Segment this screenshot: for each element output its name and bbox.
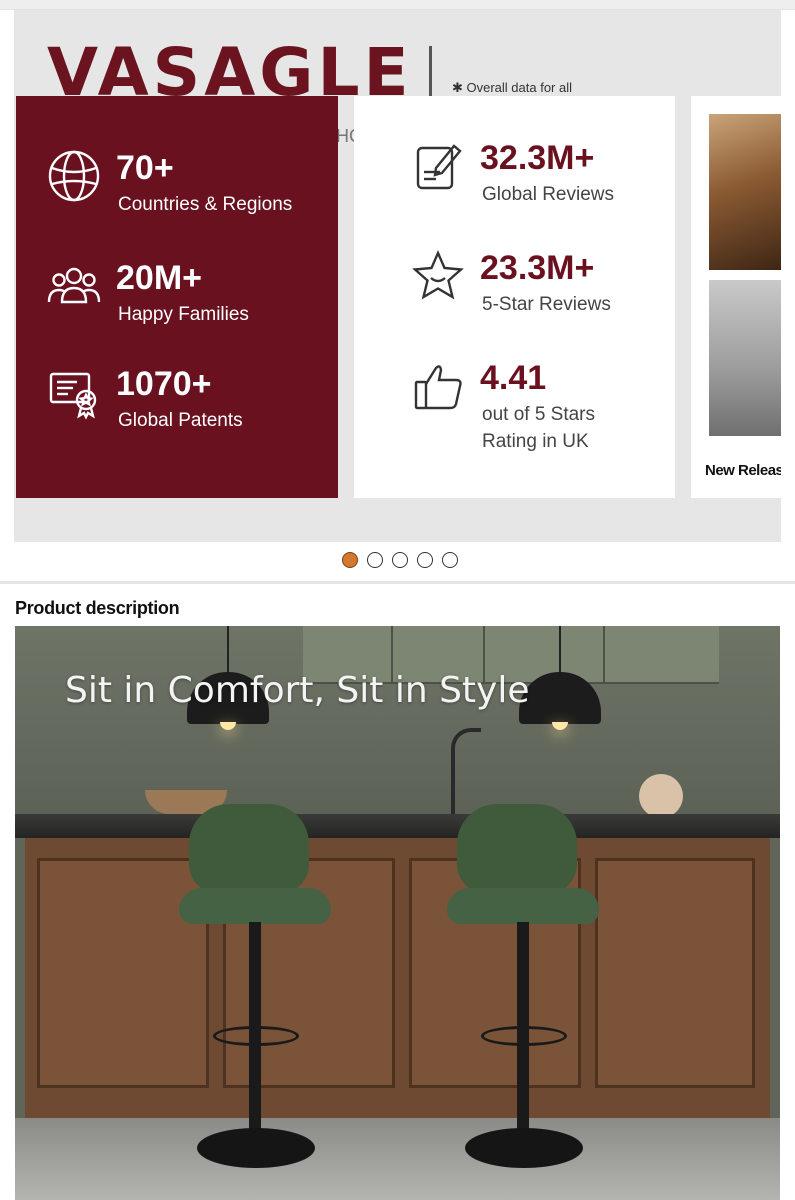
carousel-pagination <box>342 552 458 568</box>
bar-stool <box>175 804 345 1200</box>
hero-caption: Sit in Comfort, Sit in Style <box>65 670 530 711</box>
star-icon <box>410 248 466 304</box>
faucet <box>451 728 481 814</box>
review-edit-icon <box>410 138 466 194</box>
stat-label: 5-Star Reviews <box>482 294 611 315</box>
cabinet-panel <box>595 858 755 1088</box>
stat-value: 32.3M+ <box>480 139 595 177</box>
carousel-dot-5[interactable] <box>442 552 458 568</box>
stat-value: 1070+ <box>116 365 212 403</box>
stat-label: Countries & Regions <box>118 194 293 215</box>
section-title: Product description <box>15 598 180 618</box>
countertop <box>15 814 780 838</box>
top-strip <box>0 0 795 10</box>
stat-label-line-1: out of 5 Stars <box>482 404 596 425</box>
section-divider <box>0 581 795 584</box>
stat-value: 4.41 <box>480 359 547 397</box>
stat-label: Global Patents <box>118 410 243 431</box>
plant-pot <box>639 774 683 818</box>
stat-label: Happy Families <box>118 304 249 325</box>
product-hero-image: Sit in Comfort, Sit in Style <box>15 626 780 1200</box>
carousel-dot-3[interactable] <box>392 552 408 568</box>
carousel-dot-1[interactable] <box>342 552 358 568</box>
family-icon <box>46 258 102 314</box>
thumbs-up-icon <box>410 358 466 414</box>
brand-note: ✱ Overall data for all <box>452 80 572 95</box>
stat-value: 23.3M+ <box>480 249 595 287</box>
stat-value: 20M+ <box>116 259 202 297</box>
product-thumbnail[interactable] <box>709 280 781 436</box>
product-thumbnail[interactable] <box>709 114 781 270</box>
patent-certificate-icon <box>46 364 102 420</box>
floor <box>15 1118 780 1200</box>
new-release-card[interactable]: New Releas <box>691 96 781 498</box>
stat-value: 70+ <box>116 149 174 187</box>
brand-separator <box>429 46 432 100</box>
stats-card-left[interactable]: 70+ Countries & Regions 20M+ Happy Famil… <box>16 96 338 498</box>
globe-icon <box>46 148 102 204</box>
bar-stool <box>443 804 613 1200</box>
carousel-dot-4[interactable] <box>417 552 433 568</box>
brand-carousel[interactable]: VASAGLE ✱ Overall data for all HC 70+ Co… <box>14 10 781 542</box>
carousel-dot-2[interactable] <box>367 552 383 568</box>
stat-label: Global Reviews <box>482 184 614 205</box>
new-release-label: New Releas <box>705 462 781 479</box>
stat-label-line-2: Rating in UK <box>482 431 589 452</box>
stats-card-right[interactable]: 32.3M+ Global Reviews 23.3M+ 5-Star Revi… <box>354 96 675 498</box>
